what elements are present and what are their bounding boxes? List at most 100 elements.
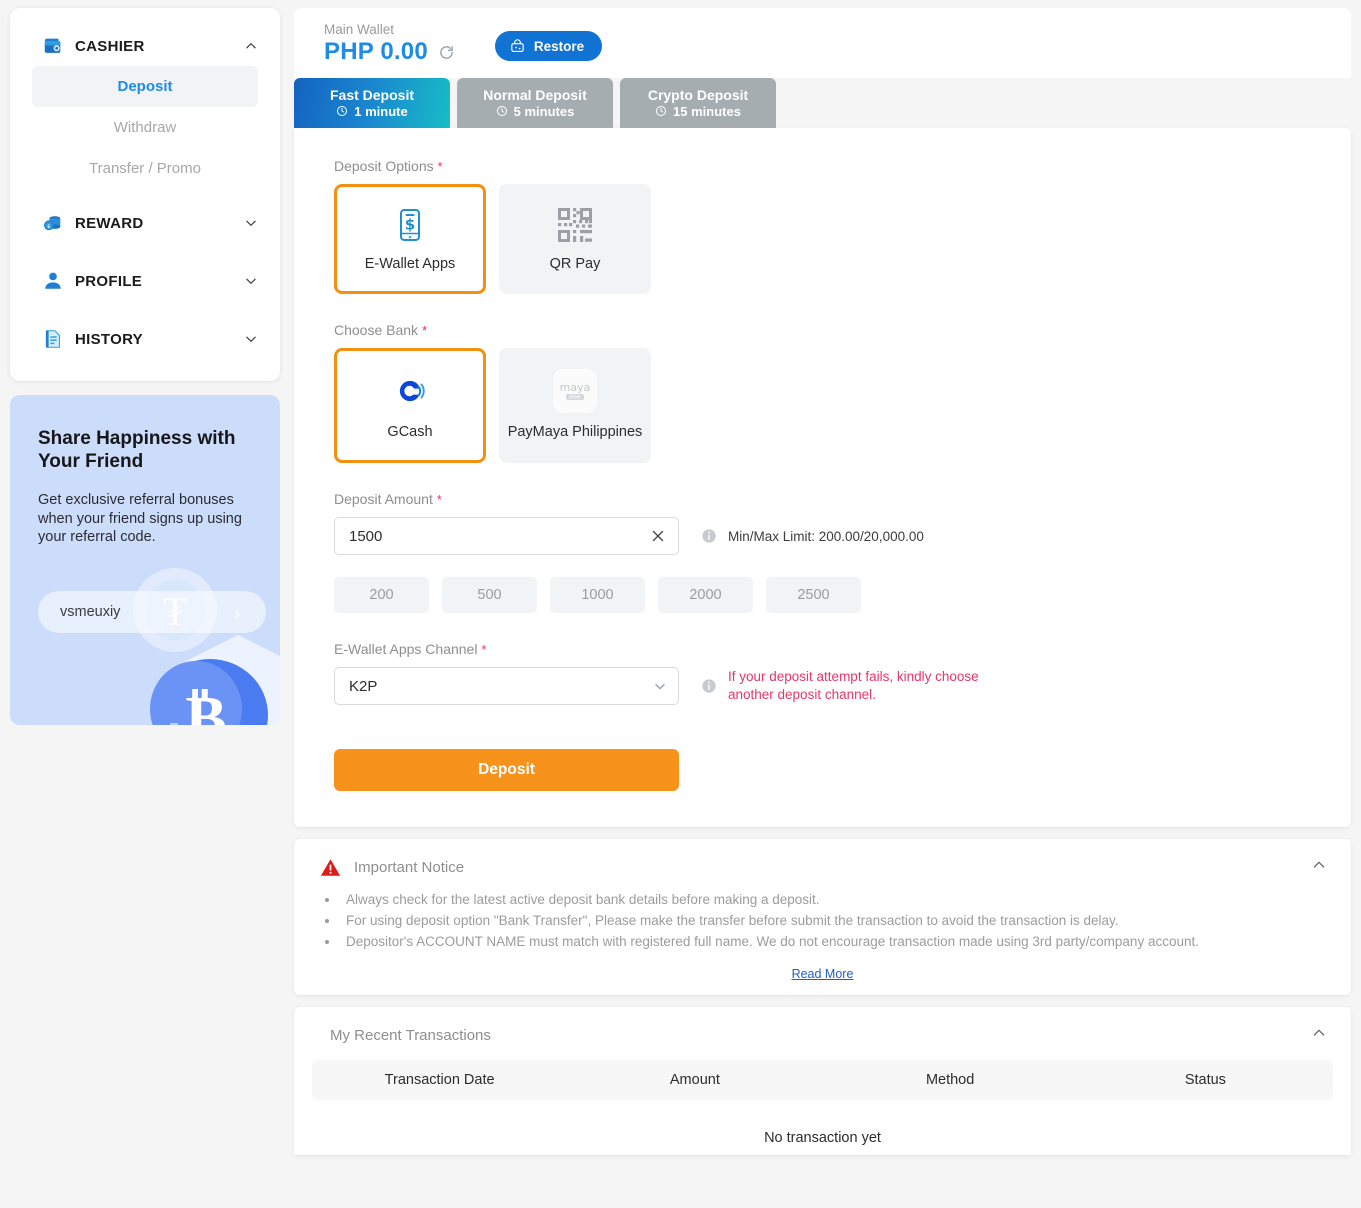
info-icon (701, 528, 717, 544)
sidebar: CASHIER Deposit Withdraw Transfer / Prom… (0, 0, 290, 1208)
quick-amount-row: 200 500 1000 2000 2500 (334, 577, 1315, 613)
transactions-empty-state: No transaction yet (312, 1130, 1333, 1146)
sidebar-item-cashier[interactable]: CASHIER (10, 26, 280, 66)
deposit-amount-label-text: Deposit Amount (334, 491, 433, 507)
deposit-amount-input[interactable] (349, 528, 644, 545)
channel-select[interactable]: K2P (334, 667, 679, 705)
sidebar-item-label: PROFILE (75, 273, 233, 290)
svg-text:$: $ (47, 224, 51, 230)
column-header-method: Method (823, 1072, 1078, 1088)
referral-code-pill[interactable]: vsmeuxiy › (38, 591, 266, 633)
column-header-transaction-date: Transaction Date (312, 1072, 567, 1088)
read-more-link[interactable]: Read More (320, 967, 1325, 981)
deposit-page: CASHIER Deposit Withdraw Transfer / Prom… (0, 0, 1361, 1208)
sidebar-item-label: HISTORY (75, 331, 233, 348)
svg-text:$: $ (405, 215, 415, 233)
quick-amount-2500[interactable]: 2500 (766, 577, 861, 613)
sidebar-item-profile[interactable]: PROFILE (10, 261, 280, 301)
chevron-down-icon (244, 332, 258, 346)
tab-title: Crypto Deposit (648, 87, 748, 104)
wallet-header: Main Wallet PHP 0.00 (294, 8, 1351, 78)
sidebar-nav-card: CASHIER Deposit Withdraw Transfer / Prom… (10, 8, 280, 381)
chevron-down-icon (652, 678, 668, 694)
restore-button-label: Restore (534, 39, 584, 54)
restore-button[interactable]: Restore (495, 31, 602, 61)
tab-title: Fast Deposit (330, 87, 414, 104)
deposit-amount-field[interactable] (334, 517, 679, 555)
channel-label-text: E-Wallet Apps Channel (334, 641, 477, 657)
deposit-option-e-wallet-apps[interactable]: $ E-Wallet Apps (334, 184, 486, 294)
important-notice-list: Always check for the latest active depos… (340, 890, 1325, 953)
restore-wallet-icon (509, 38, 526, 55)
document-icon (42, 328, 64, 350)
tab-time: 5 minutes (496, 104, 575, 119)
close-icon[interactable] (644, 522, 672, 550)
deposit-speed-tabs: Fast Deposit 1 minute Normal Deposit 5 m… (294, 78, 1351, 128)
quick-amount-2000[interactable]: 2000 (658, 577, 753, 613)
tab-normal-deposit[interactable]: Normal Deposit 5 minutes (457, 78, 613, 128)
referral-promo-banner[interactable]: ₮ ₿ Share Happiness with Your Friend Get… (10, 395, 280, 725)
warning-triangle-icon (320, 857, 341, 878)
clock-icon (655, 105, 667, 117)
important-notice-title: Important Notice (354, 859, 464, 876)
required-asterisk: * (481, 642, 486, 657)
notice-collapse-icon[interactable] (1311, 857, 1327, 873)
refresh-icon[interactable] (438, 44, 455, 61)
bank-option-paymaya[interactable]: maya BANK PayMaya Philippines (499, 348, 651, 463)
wallet-amount: PHP 0.00 (324, 38, 428, 66)
sidebar-item-history[interactable]: HISTORY (10, 319, 280, 359)
chevron-down-icon (244, 216, 258, 230)
sidebar-subitem-deposit[interactable]: Deposit (32, 66, 258, 107)
channel-warning: If your deposit attempt fails, kindly ch… (701, 668, 1021, 704)
paymaya-logo-icon: maya BANK (553, 369, 597, 413)
referral-code: vsmeuxiy (60, 604, 120, 620)
qr-code-icon (555, 205, 595, 245)
notice-item: Always check for the latest active depos… (340, 890, 1325, 911)
tab-fast-deposit[interactable]: Fast Deposit 1 minute (294, 78, 450, 128)
bank-option-label: GCash (387, 424, 432, 441)
quick-amount-200[interactable]: 200 (334, 577, 429, 613)
tab-time-label: 1 minute (354, 104, 407, 119)
sidebar-item-reward[interactable]: $ REWARD (10, 203, 280, 243)
important-notice-header: Important Notice (320, 857, 1325, 878)
sidebar-item-label: CASHIER (75, 38, 233, 55)
svg-text:BANK: BANK (569, 395, 581, 400)
tab-crypto-deposit[interactable]: Crypto Deposit 15 minutes (620, 78, 776, 128)
sidebar-subitem-label: Transfer / Promo (89, 160, 201, 177)
channel-selected-value: K2P (349, 678, 652, 695)
sidebar-subitem-transfer-promo[interactable]: Transfer / Promo (10, 148, 280, 189)
choose-bank-label: Choose Bank * (334, 322, 1315, 338)
deposit-options-row: $ E-Wallet Apps (334, 184, 1315, 294)
deposit-amount-label: Deposit Amount * (334, 491, 1315, 507)
tab-time: 15 minutes (655, 104, 741, 119)
required-asterisk: * (437, 492, 442, 507)
promo-title: Share Happiness with Your Friend (38, 427, 252, 473)
deposit-submit-button[interactable]: Deposit (334, 749, 679, 791)
svg-text:maya: maya (560, 381, 591, 394)
deposit-option-qr-pay[interactable]: QR Pay (499, 184, 651, 294)
chevron-down-icon (244, 274, 258, 288)
recent-transactions-panel: My Recent Transactions Transaction Date … (294, 1007, 1351, 1155)
quick-amount-500[interactable]: 500 (442, 577, 537, 613)
channel-label: E-Wallet Apps Channel * (334, 641, 1315, 657)
required-asterisk: * (422, 323, 427, 338)
channel-row: K2P If your deposit attempt fails, kindl… (334, 667, 1315, 705)
bank-option-gcash[interactable]: GCash (334, 348, 486, 463)
choose-bank-label-text: Choose Bank (334, 322, 418, 338)
tab-title: Normal Deposit (483, 87, 586, 104)
sidebar-subitem-label: Deposit (117, 78, 172, 95)
tab-time: 1 minute (336, 104, 407, 119)
quick-amount-1000[interactable]: 1000 (550, 577, 645, 613)
required-asterisk: * (438, 159, 443, 174)
sidebar-subitem-withdraw[interactable]: Withdraw (10, 107, 280, 148)
user-icon (42, 270, 64, 292)
deposit-amount-row: Min/Max Limit: 200.00/20,000.00 (334, 517, 1315, 555)
min-max-limit-hint: Min/Max Limit: 200.00/20,000.00 (701, 528, 924, 544)
deposit-option-label: E-Wallet Apps (365, 256, 456, 273)
transactions-collapse-icon[interactable] (1311, 1025, 1327, 1041)
info-icon (701, 678, 717, 694)
recent-transactions-title: My Recent Transactions (312, 1027, 1333, 1044)
bank-options-row: GCash maya BANK PayMaya Philippines (334, 348, 1315, 463)
deposit-form: Deposit Options * $ E-Wallet Apps (294, 128, 1351, 827)
main-content: Main Wallet PHP 0.00 (290, 0, 1361, 1208)
